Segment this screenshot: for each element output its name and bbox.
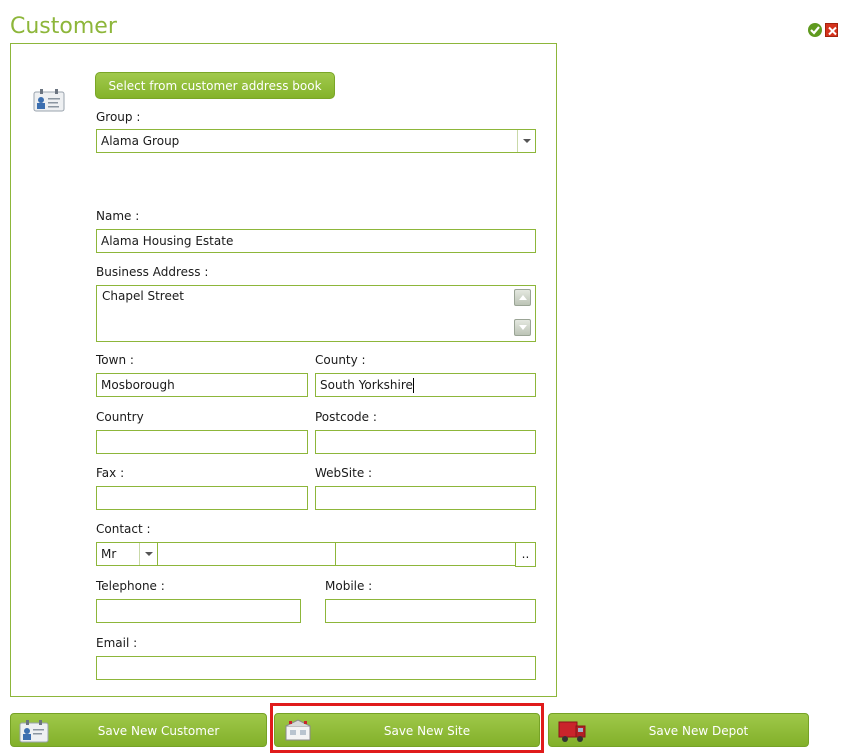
save-new-site-highlight xyxy=(270,703,544,753)
group-select-value: Alama Group xyxy=(101,134,180,148)
fax-field[interactable] xyxy=(96,486,308,510)
window-title: Customer xyxy=(10,14,117,39)
save-new-depot-button[interactable]: Save New Depot xyxy=(548,713,809,747)
business-address-field[interactable]: Chapel Street xyxy=(96,285,536,342)
ok-icon[interactable] xyxy=(808,23,822,37)
address-book-button[interactable]: Select from customer address book xyxy=(95,72,335,99)
save-new-customer-label: Save New Customer xyxy=(97,724,220,738)
contact-label: Contact : xyxy=(96,522,151,536)
mobile-field[interactable] xyxy=(325,599,536,623)
text-cursor xyxy=(412,378,414,393)
contact-lookup-button[interactable]: .. xyxy=(515,542,536,567)
name-field[interactable]: Alama Housing Estate xyxy=(96,229,536,253)
mobile-label: Mobile : xyxy=(325,579,373,593)
email-label: Email : xyxy=(96,636,138,650)
fax-label: Fax : xyxy=(96,466,125,480)
contact-first-name-field[interactable] xyxy=(157,542,336,566)
business-address-label: Business Address : xyxy=(96,265,209,279)
scroll-down-icon[interactable] xyxy=(514,319,531,336)
postcode-field[interactable] xyxy=(315,430,536,454)
group-select[interactable]: Alama Group xyxy=(96,129,536,153)
county-value: South Yorkshire xyxy=(320,378,413,392)
town-field[interactable]: Mosborough xyxy=(96,373,308,397)
county-label: County : xyxy=(315,353,366,367)
contact-last-name-field[interactable] xyxy=(335,542,516,566)
email-field[interactable] xyxy=(96,656,536,680)
website-field[interactable] xyxy=(315,486,536,510)
town-label: Town : xyxy=(96,353,134,367)
country-field[interactable] xyxy=(96,430,308,454)
group-label: Group : xyxy=(96,110,141,124)
county-field[interactable]: South Yorkshire xyxy=(315,373,536,397)
chevron-down-icon[interactable] xyxy=(139,543,157,565)
postcode-label: Postcode : xyxy=(315,410,377,424)
contact-title-select[interactable]: Mr xyxy=(96,542,158,566)
chevron-down-icon[interactable] xyxy=(517,130,535,152)
contact-title-value: Mr xyxy=(101,547,117,561)
close-icon[interactable] xyxy=(825,23,838,37)
website-label: WebSite : xyxy=(315,466,373,480)
save-new-depot-label: Save New Depot xyxy=(648,724,749,738)
country-label: Country xyxy=(96,410,144,424)
scroll-up-icon[interactable] xyxy=(514,289,531,306)
save-new-customer-button[interactable]: Save New Customer xyxy=(10,713,267,747)
telephone-label: Telephone : xyxy=(96,579,165,593)
telephone-field[interactable] xyxy=(96,599,301,623)
business-address-value: Chapel Street xyxy=(102,289,184,303)
name-label: Name : xyxy=(96,209,140,223)
address-card-icon xyxy=(33,88,65,112)
